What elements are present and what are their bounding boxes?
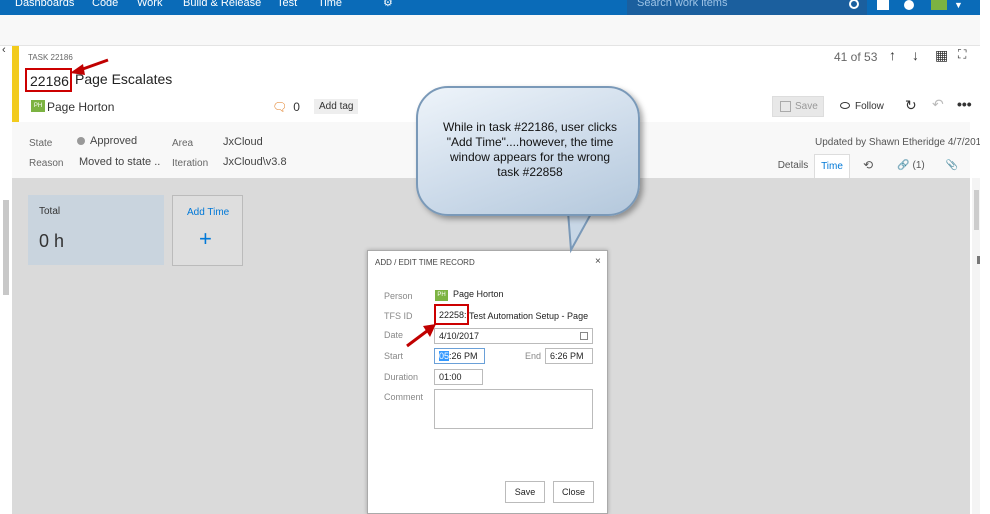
annotation-callout: While in task #22186, user clicks "Add T… [416,86,640,216]
tfs-arrow-line [406,329,428,348]
id-arrow-line [79,58,109,72]
annotation-layer [70,58,594,348]
callout-pointer [566,211,594,254]
callout-text: While in task #22186, user clicks "Add T… [442,120,618,179]
tfs-arrow-head [423,324,436,337]
id-arrow-head [70,64,85,75]
